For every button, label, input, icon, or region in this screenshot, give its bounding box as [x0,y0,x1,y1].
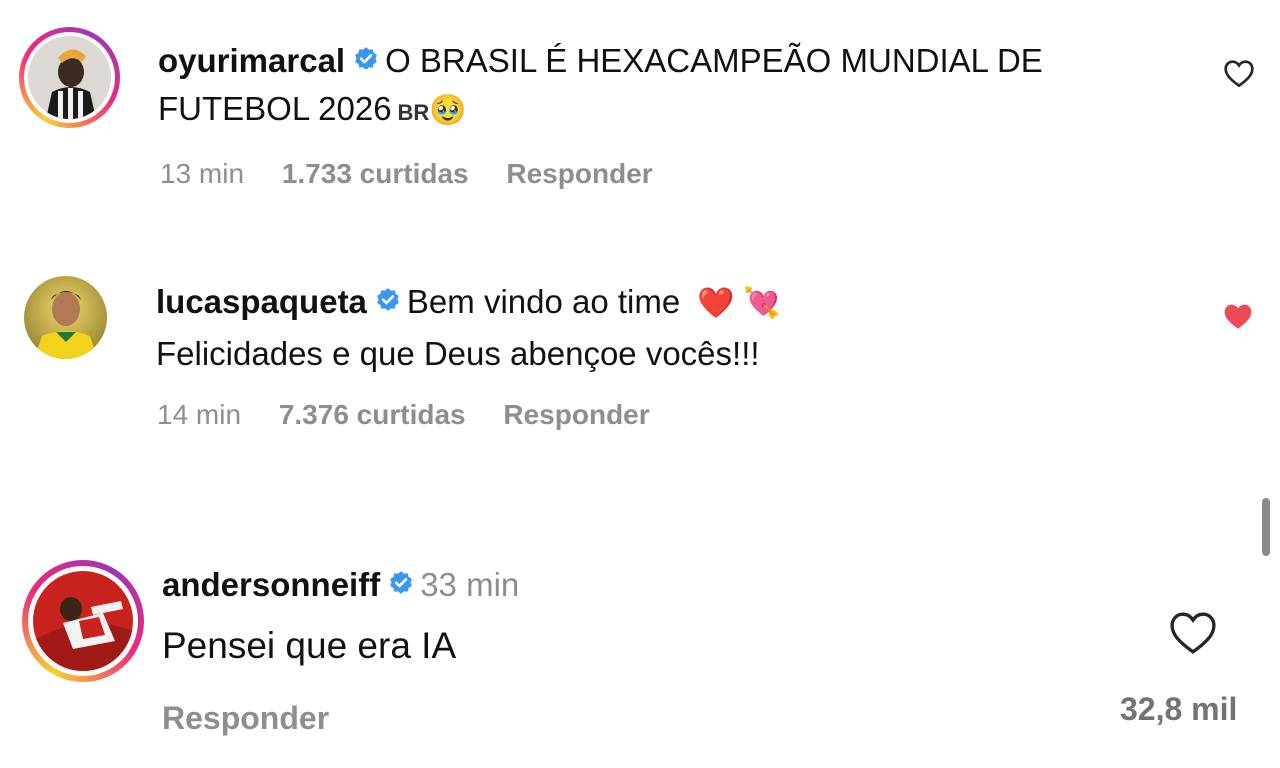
story-ring[interactable] [19,27,120,128]
comment-text: O BRASIL É HEXACAMPEÃO MUNDIAL DE [385,42,1043,79]
story-ring[interactable] [22,560,144,682]
avatar-lucaspaqueta[interactable] [24,276,107,359]
avatar-andersonneiff[interactable] [33,571,133,671]
comment-text: Bem vindo ao time [406,283,681,320]
comment-text-line2: Felicidades e que Deus abençoe vocês!!! [156,335,760,372]
comment-text-line2: FUTEBOL 2026 [158,90,392,127]
heart-icon[interactable] [1223,58,1255,93]
comment-username[interactable]: andersonneiff [162,566,380,603]
heart-filled-icon[interactable] [1222,301,1254,336]
comment-time: 13 min [160,158,245,189]
heart-icon[interactable] [1167,609,1219,660]
verified-badge-icon [353,44,379,77]
reply-button[interactable]: Responder [503,401,649,429]
verified-badge-icon [375,285,401,318]
comment-username[interactable]: oyurimarcal [158,42,345,79]
emoji-holding-back-tears: 🥹 [429,94,467,127]
comment-likes[interactable]: 7.376 curtidas [279,401,466,429]
like-count: 32,8 mil [1120,691,1238,727]
reply-button[interactable]: Responder [506,160,652,188]
comment-text: Pensei que era IA [162,625,457,666]
comment-time: 14 min [157,399,242,430]
avatar-oyurimarcal[interactable] [28,36,111,119]
comments-screen: oyurimarcal O BRASIL É HEXACAMPEÃO MUNDIA… [0,0,1280,768]
comment-likes[interactable]: 1.733 curtidas [282,160,469,188]
reply-button[interactable]: Responder [162,702,329,734]
comment-username[interactable]: lucaspaqueta [156,283,367,320]
scrollbar-thumb[interactable] [1262,498,1270,556]
flag-br: BR [397,100,430,125]
verified-badge-icon [388,568,414,601]
emoji-hearts: ❤️ 💘 [697,287,781,320]
comment-time: 33 min [420,566,520,603]
